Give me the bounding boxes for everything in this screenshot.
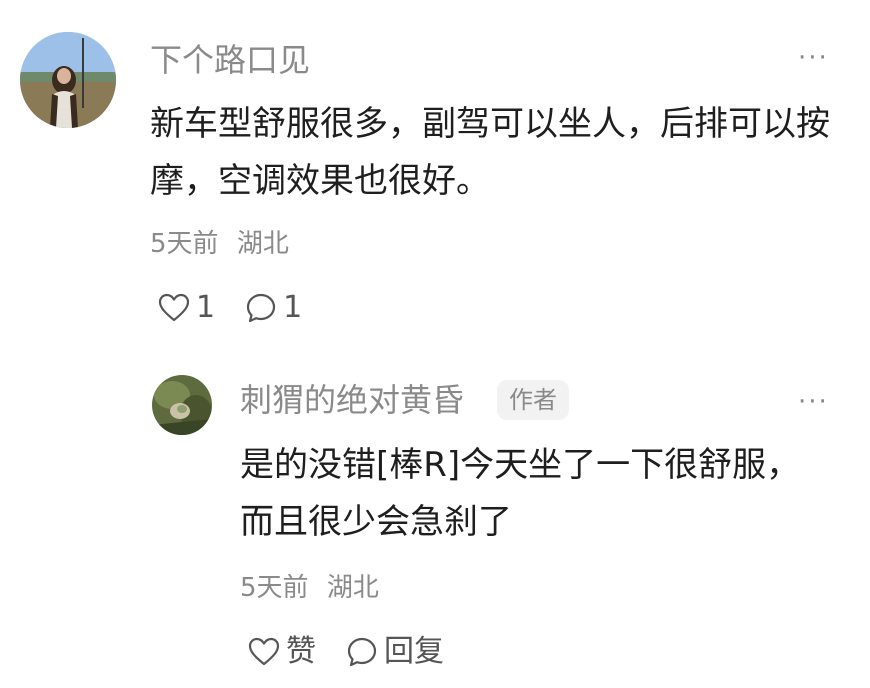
reply-actions: 赞 回复 bbox=[248, 632, 444, 672]
comment-meta: 5天前 湖北 bbox=[150, 228, 289, 260]
comment-username[interactable]: 下个路口见 bbox=[150, 40, 310, 80]
reply-text: 是的没错[棒R]今天坐了一下很舒服，而且很少会急刹了 bbox=[240, 445, 801, 542]
comment-actions: 1 1 bbox=[158, 288, 302, 328]
user-avatar[interactable] bbox=[20, 32, 116, 128]
reply-like-label: 赞 bbox=[286, 634, 316, 669]
heart-outline-icon bbox=[158, 292, 190, 324]
comment-text: 新车型舒服很多，副驾可以坐人，后排可以按摩，空调效果也很好。 bbox=[150, 104, 830, 201]
comment-location: 湖北 bbox=[236, 229, 289, 259]
heart-outline-icon bbox=[248, 636, 280, 668]
author-badge: 作者 bbox=[497, 380, 569, 420]
like-count: 1 bbox=[196, 290, 216, 325]
like-button[interactable]: 1 bbox=[158, 288, 215, 328]
reply-count: 1 bbox=[283, 290, 303, 325]
comment-thread: 下个路口见 ··· 新车型舒服很多，副驾可以坐人，后排可以按摩，空调效果也很好。… bbox=[0, 0, 870, 688]
reply-username[interactable]: 刺猬的绝对黄昏 bbox=[240, 380, 464, 420]
speech-bubble-icon bbox=[245, 292, 277, 324]
reply-like-button[interactable]: 赞 bbox=[248, 632, 316, 672]
more-options-icon[interactable]: ··· bbox=[798, 45, 829, 71]
comment-time: 5天前 bbox=[150, 229, 219, 259]
reply-button[interactable]: 1 bbox=[245, 288, 302, 328]
reply-meta: 5天前 湖北 bbox=[240, 572, 379, 604]
reply-user-avatar[interactable] bbox=[152, 375, 212, 435]
reply-time: 5天前 bbox=[240, 573, 309, 603]
more-options-icon[interactable]: ··· bbox=[798, 389, 829, 415]
avatar-photo-icon bbox=[20, 32, 116, 128]
speech-bubble-icon bbox=[346, 636, 378, 668]
reply-reply-label: 回复 bbox=[384, 634, 444, 669]
avatar-photo-icon bbox=[152, 375, 212, 435]
reply-reply-button[interactable]: 回复 bbox=[346, 632, 444, 672]
reply-location: 湖北 bbox=[326, 573, 379, 603]
